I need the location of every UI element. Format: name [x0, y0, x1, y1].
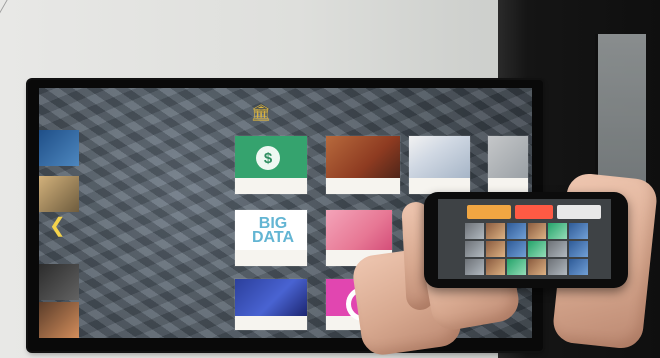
- phone-content-grid: [465, 223, 588, 275]
- phone-tab[interactable]: [515, 205, 553, 219]
- left-arrow-icon: ❮: [49, 215, 66, 237]
- left-column-item[interactable]: [39, 176, 79, 212]
- tile-blue[interactable]: [235, 279, 307, 330]
- money-icon: $: [256, 146, 280, 170]
- phone-screen[interactable]: [438, 199, 611, 279]
- tile-tech[interactable]: [409, 136, 470, 194]
- left-column-item[interactable]: [39, 130, 79, 166]
- phone-tab[interactable]: [467, 205, 511, 219]
- left-column-item[interactable]: [39, 264, 79, 300]
- tile-green[interactable]: $: [235, 136, 307, 194]
- tile-big-data[interactable]: BIG DATA: [235, 210, 307, 266]
- big-data-graphic: BIG DATA: [251, 215, 295, 247]
- institution-icon: 🏛: [250, 105, 272, 122]
- left-column-item[interactable]: [39, 302, 79, 338]
- smartphone: [424, 192, 628, 288]
- phone-tab[interactable]: [557, 205, 601, 219]
- tile-people[interactable]: [326, 136, 400, 194]
- tile-room[interactable]: [488, 136, 528, 194]
